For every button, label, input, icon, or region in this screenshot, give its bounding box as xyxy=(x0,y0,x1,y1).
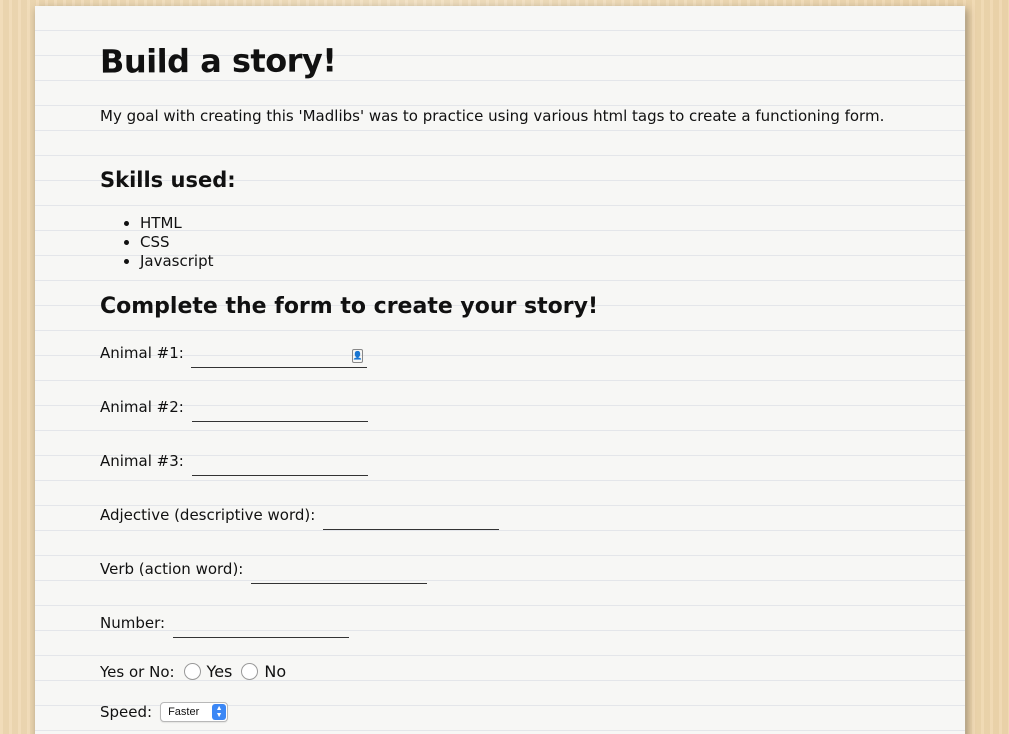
speed-label: Speed: xyxy=(100,703,153,721)
animal1-label: Animal #1: xyxy=(100,344,184,362)
animal1-input[interactable]: 👤 xyxy=(190,347,367,368)
adjective-label: Adjective (descriptive word): xyxy=(100,506,316,524)
animal2-input[interactable] xyxy=(191,401,368,422)
animal2-label: Animal #2: xyxy=(100,398,184,416)
adjective-field: Adjective (descriptive word): xyxy=(100,506,500,530)
yes-no-label: Yes or No: xyxy=(100,662,175,681)
animal3-label: Animal #3: xyxy=(100,452,184,470)
number-label: Number: xyxy=(100,614,166,632)
no-radio[interactable] xyxy=(241,663,259,680)
speed-field: Speed: Faster ▲ ▼ xyxy=(100,702,229,722)
no-radio-label[interactable]: No xyxy=(264,662,286,681)
verb-field: Verb (action word): xyxy=(100,560,428,584)
animal3-field: Animal #3: xyxy=(100,452,368,476)
page-title: Build a story! xyxy=(99,41,337,81)
number-field: Number: xyxy=(100,614,350,638)
up-down-chevron-icon: ▲ ▼ xyxy=(212,704,227,720)
animal1-field: Animal #1: 👤 xyxy=(100,344,367,368)
skill-item-html: HTML xyxy=(140,214,213,233)
verb-label: Verb (action word): xyxy=(100,560,244,578)
skill-item-javascript: Javascript xyxy=(140,252,213,271)
animal2-field: Animal #2: xyxy=(100,398,368,422)
animal3-input[interactable] xyxy=(191,455,368,476)
skills-list: HTML CSS Javascript xyxy=(120,214,213,271)
notebook-paper: Build a story! My goal with creating thi… xyxy=(35,6,965,734)
verb-input[interactable] xyxy=(251,563,428,584)
number-input[interactable] xyxy=(173,617,350,638)
contact-card-icon[interactable]: 👤 xyxy=(351,349,363,363)
adjective-input[interactable] xyxy=(323,509,500,530)
speed-select-value: Faster xyxy=(168,706,200,718)
yes-no-field: Yes or No: Yes No xyxy=(100,662,286,681)
intro-paragraph: My goal with creating this 'Madlibs' was… xyxy=(100,107,885,125)
skill-item-css: CSS xyxy=(140,233,213,252)
speed-select[interactable]: Faster ▲ ▼ xyxy=(160,702,229,722)
skills-heading: Skills used: xyxy=(100,168,236,192)
yes-radio[interactable] xyxy=(183,663,201,680)
form-heading: Complete the form to create your story! xyxy=(100,294,598,319)
yes-radio-label[interactable]: Yes xyxy=(207,662,233,681)
